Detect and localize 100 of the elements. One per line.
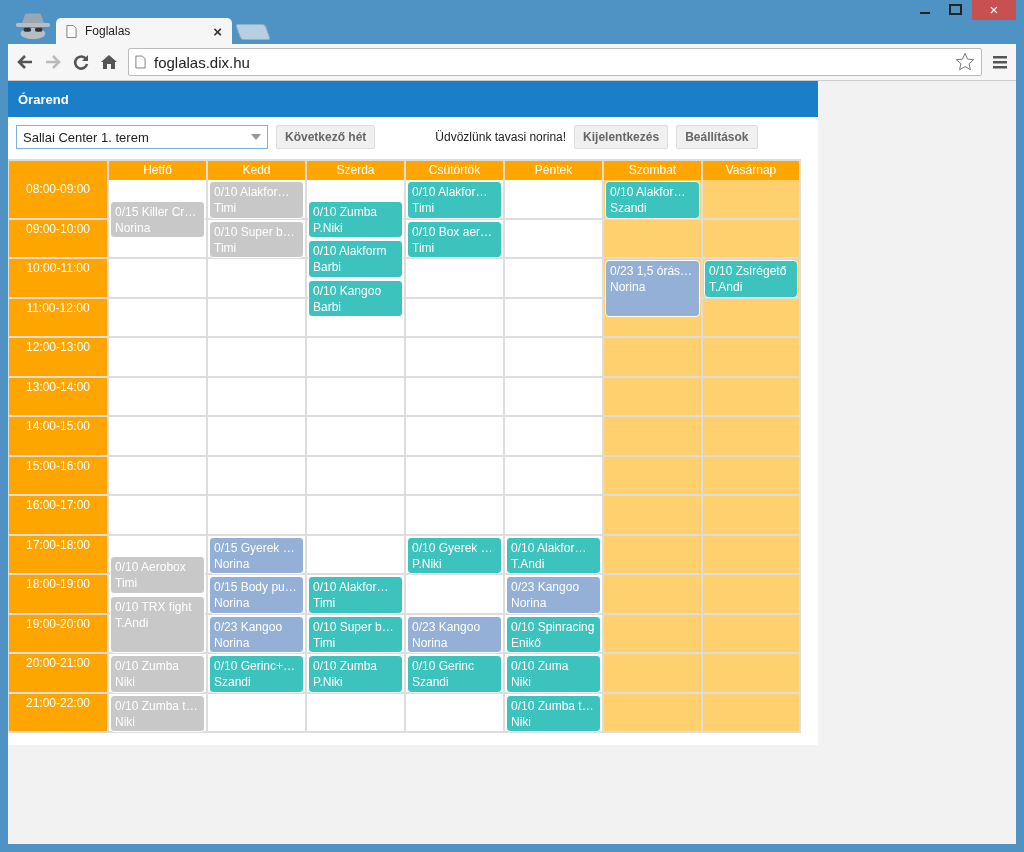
- event-card[interactable]: 0/10 Gerinc+… Szandi: [209, 655, 304, 693]
- time-slot-label: 09:00-10:00: [9, 219, 107, 259]
- time-slot-label: 08:00-09:00: [9, 180, 107, 220]
- event-title: 0/10 Kangoo: [313, 282, 383, 299]
- event-title: 0/10 Gyerek …: [412, 539, 494, 556]
- reload-icon[interactable]: [72, 53, 90, 71]
- event-title: 0/10 Alakfor…: [412, 184, 489, 200]
- time-slot-label: 21:00-22:00: [9, 693, 107, 733]
- instructor-name: Szandi: [610, 200, 648, 216]
- next-week-button[interactable]: Következő hét: [276, 125, 376, 149]
- event-card[interactable]: 0/10 Zumba P.Niki: [308, 200, 403, 239]
- settings-button[interactable]: Beállítások: [676, 125, 758, 149]
- instructor-name: Timi: [412, 200, 436, 216]
- event-card[interactable]: 0/15 Body pu… Norina: [209, 576, 304, 614]
- time-slot-label: 14:00-15:00: [9, 417, 107, 457]
- event-card[interactable]: 0/10 Zuma Niki: [506, 655, 601, 693]
- time-slot-label: 11:00-12:00: [9, 298, 107, 338]
- star-icon[interactable]: [955, 52, 975, 72]
- time-slot-label: 12:00-13:00: [9, 338, 107, 378]
- event-card[interactable]: 0/10 Spinracing Enikő: [506, 615, 601, 653]
- instructor-name: Szandi: [214, 674, 252, 690]
- event-card[interactable]: 0/10 Gyerek … P.Niki: [407, 536, 502, 574]
- event-title: 0/10 Zsírégető: [709, 263, 788, 279]
- instructor-name: Barbi: [313, 259, 342, 276]
- event-title: 0/15 Body pu…: [214, 579, 298, 595]
- event-card[interactable]: 0/10 Alakfor… Szandi: [605, 181, 700, 219]
- event-title: 0/10 Box aer…: [412, 223, 494, 240]
- instructor-name: P.Niki: [412, 555, 443, 572]
- time-slot-label: 20:00-21:00: [9, 654, 107, 694]
- browser-tab[interactable]: Foglalas ×: [56, 18, 232, 44]
- menu-icon[interactable]: [992, 54, 1008, 70]
- instructor-name: P.Niki: [313, 219, 344, 236]
- caret-icon: [251, 134, 261, 140]
- event-title: 0/23 1,5 órás…: [610, 263, 694, 279]
- day-header: Vasárnap: [703, 159, 801, 180]
- instructor-name: T.Andi: [709, 279, 744, 295]
- event-card[interactable]: 0/10 Kangoo Barbi: [308, 279, 403, 318]
- event-card[interactable]: 0/10 Alakfor… Timi: [407, 181, 502, 219]
- instructor-name: Niki: [511, 713, 532, 730]
- event-card[interactable]: 0/15 Gyerek … Norina: [209, 536, 304, 574]
- event-title: 0/10 Spinracing: [511, 618, 596, 635]
- instructor-name: P.Niki: [313, 674, 344, 690]
- day-header: Kedd: [208, 159, 307, 180]
- time-slot-label: 10:00-11:00: [9, 259, 107, 299]
- time-slot-label: 16:00-17:00: [9, 496, 107, 536]
- day-header: Szerda: [307, 159, 406, 180]
- instructor-name: Norina: [412, 634, 449, 651]
- instructor-name: Norina: [511, 595, 548, 611]
- instructor-name: Timi: [313, 595, 337, 611]
- day-header: Hétfő: [109, 159, 208, 180]
- event-card[interactable]: 0/10 Super b… Timi: [308, 615, 403, 653]
- logout-button[interactable]: Kijelentkezés: [574, 125, 669, 149]
- home-icon[interactable]: [100, 53, 118, 71]
- tab-title: Foglalas: [85, 24, 132, 38]
- event-card[interactable]: 0/23 1,5 órás… Norina: [605, 260, 700, 318]
- instructor-name: Timi: [313, 634, 337, 651]
- event-title: 0/10 Gerinc: [412, 658, 476, 674]
- event-card[interactable]: 0/10 Zsírégető T.Andi: [704, 260, 798, 298]
- instructor-name: Szandi: [412, 674, 450, 690]
- day-header: Szombat: [604, 159, 703, 180]
- time-slot-label: 15:00-16:00: [9, 456, 107, 496]
- room-dropdown[interactable]: Sallai Center 1. terem: [16, 125, 268, 149]
- instructor-name: Norina: [214, 634, 251, 651]
- event-card[interactable]: 0/23 Kangoo Norina: [209, 615, 304, 653]
- event-title: 0/23 Kangoo: [214, 618, 284, 635]
- close-tab-button[interactable]: ×: [213, 22, 222, 40]
- event-card[interactable]: 0/10 Zumba P.Niki: [308, 655, 403, 693]
- page-title: Órarend: [18, 91, 69, 107]
- instructor-name: Norina: [214, 555, 251, 572]
- time-slot-label: 17:00-18:00: [9, 535, 107, 575]
- event-card[interactable]: 0/10 Alakfor… Timi: [308, 576, 403, 614]
- address-bar[interactable]: foglalas.dix.hu: [128, 48, 982, 76]
- time-slot-label: 13:00-14:00: [9, 377, 107, 417]
- event-title: 0/10 Zuma: [511, 658, 570, 674]
- time-slot-label: 18:00-19:00: [9, 575, 107, 615]
- event-title: 0/15 Gyerek …: [214, 539, 296, 556]
- page-icon: [66, 24, 77, 38]
- event-title: 0/10 Alakfor…: [610, 184, 687, 200]
- day-header: Csütörtök: [406, 159, 505, 180]
- instructor-name: Barbi: [313, 298, 342, 315]
- event-card[interactable]: 0/23 Kangoo Norina: [407, 615, 502, 653]
- event-title: 0/10 Zumba t…: [511, 697, 595, 714]
- event-card[interactable]: 0/10 Gerinc Szandi: [407, 655, 502, 693]
- instructor-name: Niki: [511, 674, 532, 690]
- event-card[interactable]: 0/10 Alakfor… T.Andi: [506, 536, 601, 574]
- event-title: 0/10 Zumba: [313, 658, 379, 674]
- welcome-text: Üdvözlünk tavasi norina!: [435, 130, 567, 144]
- event-card[interactable]: 0/10 Zumba t… Niki: [506, 694, 601, 732]
- close-window-button[interactable]: ×: [972, 0, 1016, 20]
- event-title: 0/23 Kangoo: [511, 579, 581, 595]
- event-title: 0/10 Super b…: [313, 618, 395, 635]
- event-title: 0/10 Gerinc+…: [214, 658, 297, 674]
- day-header: Péntek: [505, 159, 604, 180]
- event-card[interactable]: 0/10 Alakform Barbi: [308, 240, 403, 278]
- event-title: 0/10 Alakfor…: [511, 539, 588, 556]
- instructor-name: Timi: [412, 239, 436, 256]
- event-card[interactable]: 0/23 Kangoo Norina: [506, 576, 601, 614]
- back-icon[interactable]: [16, 53, 34, 71]
- instructor-name: Norina: [610, 279, 647, 295]
- event-card[interactable]: 0/10 Box aer… Timi: [407, 220, 502, 258]
